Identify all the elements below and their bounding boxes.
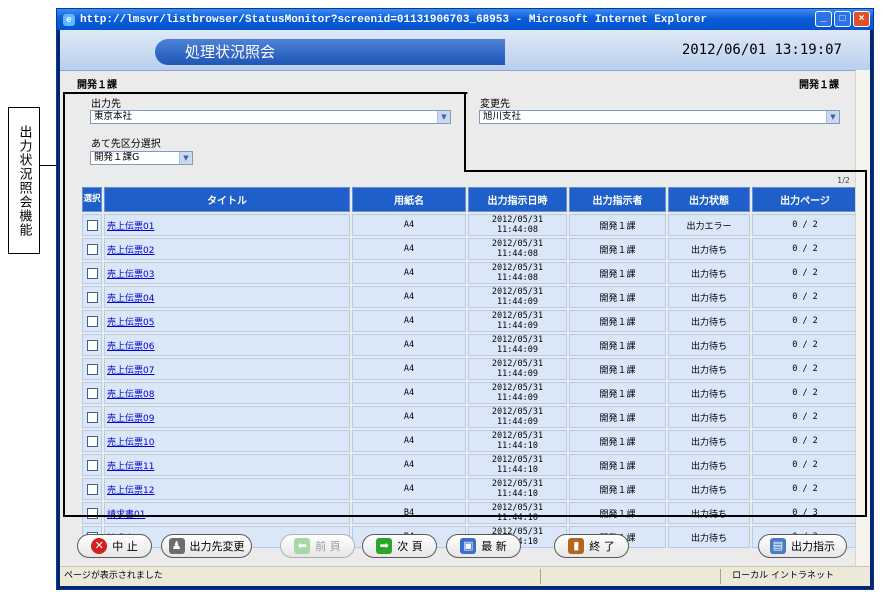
- annotation-label: 出力状況照会機能: [16, 124, 32, 237]
- monitor-icon: ▣: [460, 538, 477, 554]
- refresh-button[interactable]: ▣ 最 新: [446, 534, 521, 558]
- zone-text: ローカル イントラネット: [732, 571, 834, 581]
- change-dest-label: 変更先: [480, 99, 510, 110]
- annotation-callout: 出力状況照会機能: [8, 107, 40, 254]
- status-separator: [540, 569, 541, 584]
- next-page-button[interactable]: ➡ 次 頁: [362, 534, 437, 558]
- window-controls: _ □ ×: [815, 11, 870, 27]
- maximize-button[interactable]: □: [834, 11, 851, 27]
- close-button[interactable]: ×: [853, 11, 870, 27]
- exit-label: 終 了: [589, 540, 615, 553]
- header-datetime: 2012/06/01 13:19:07: [681, 42, 842, 58]
- stop-button[interactable]: ✕ 中 止: [77, 534, 152, 558]
- status-cell: 出力待ち: [668, 526, 750, 548]
- prev-page-button[interactable]: ⬅ 前 頁: [280, 534, 355, 558]
- arrow-right-icon: ➡: [376, 538, 393, 554]
- change-dest-select[interactable]: 旭川支社 ▼: [479, 110, 840, 124]
- title-bar: e http://lmsvr/listbrowser/StatusMonitor…: [57, 9, 873, 30]
- change-dest-btn-label: 出力先変更: [189, 540, 245, 553]
- change-dest-button[interactable]: ♟ 出力先変更: [161, 534, 252, 558]
- output-instruct-button[interactable]: ▤ 出力指示: [758, 534, 847, 558]
- page-title: 処理状況照会: [155, 39, 505, 65]
- arrow-left-icon: ⬅: [294, 538, 311, 554]
- stop-icon: ✕: [91, 538, 108, 554]
- annotation-outline-step: [464, 170, 867, 172]
- window-title: http://lmsvr/listbrowser/StatusMonitor?s…: [80, 13, 708, 26]
- stop-label: 中 止: [112, 540, 138, 553]
- change-dest-value: 旭川支社: [483, 111, 522, 122]
- annotation-outline-step: [464, 92, 466, 172]
- page-header: 処理状況照会 2012/06/01 13:19:07: [60, 30, 870, 71]
- next-label: 次 頁: [397, 540, 423, 553]
- minimize-button[interactable]: _: [815, 11, 832, 27]
- exit-button[interactable]: ▮ 終 了: [554, 534, 629, 558]
- status-separator: [720, 569, 721, 584]
- users-icon: ♟: [168, 538, 185, 554]
- exit-door-icon: ▮: [568, 538, 585, 554]
- status-bar: ページが表示されました ローカル イントラネット: [60, 566, 870, 586]
- status-text: ページが表示されました: [64, 571, 163, 581]
- monitor-icon: ▤: [770, 538, 786, 554]
- dept-label-left: 開発１課: [77, 80, 117, 91]
- ie-icon: e: [63, 13, 75, 26]
- output-instruct-label: 出力指示: [791, 540, 835, 553]
- dept-label-right: 開発１課: [799, 80, 839, 91]
- chevron-down-icon: ▼: [826, 111, 839, 123]
- refresh-label: 最 新: [481, 540, 507, 553]
- prev-label: 前 頁: [315, 540, 341, 553]
